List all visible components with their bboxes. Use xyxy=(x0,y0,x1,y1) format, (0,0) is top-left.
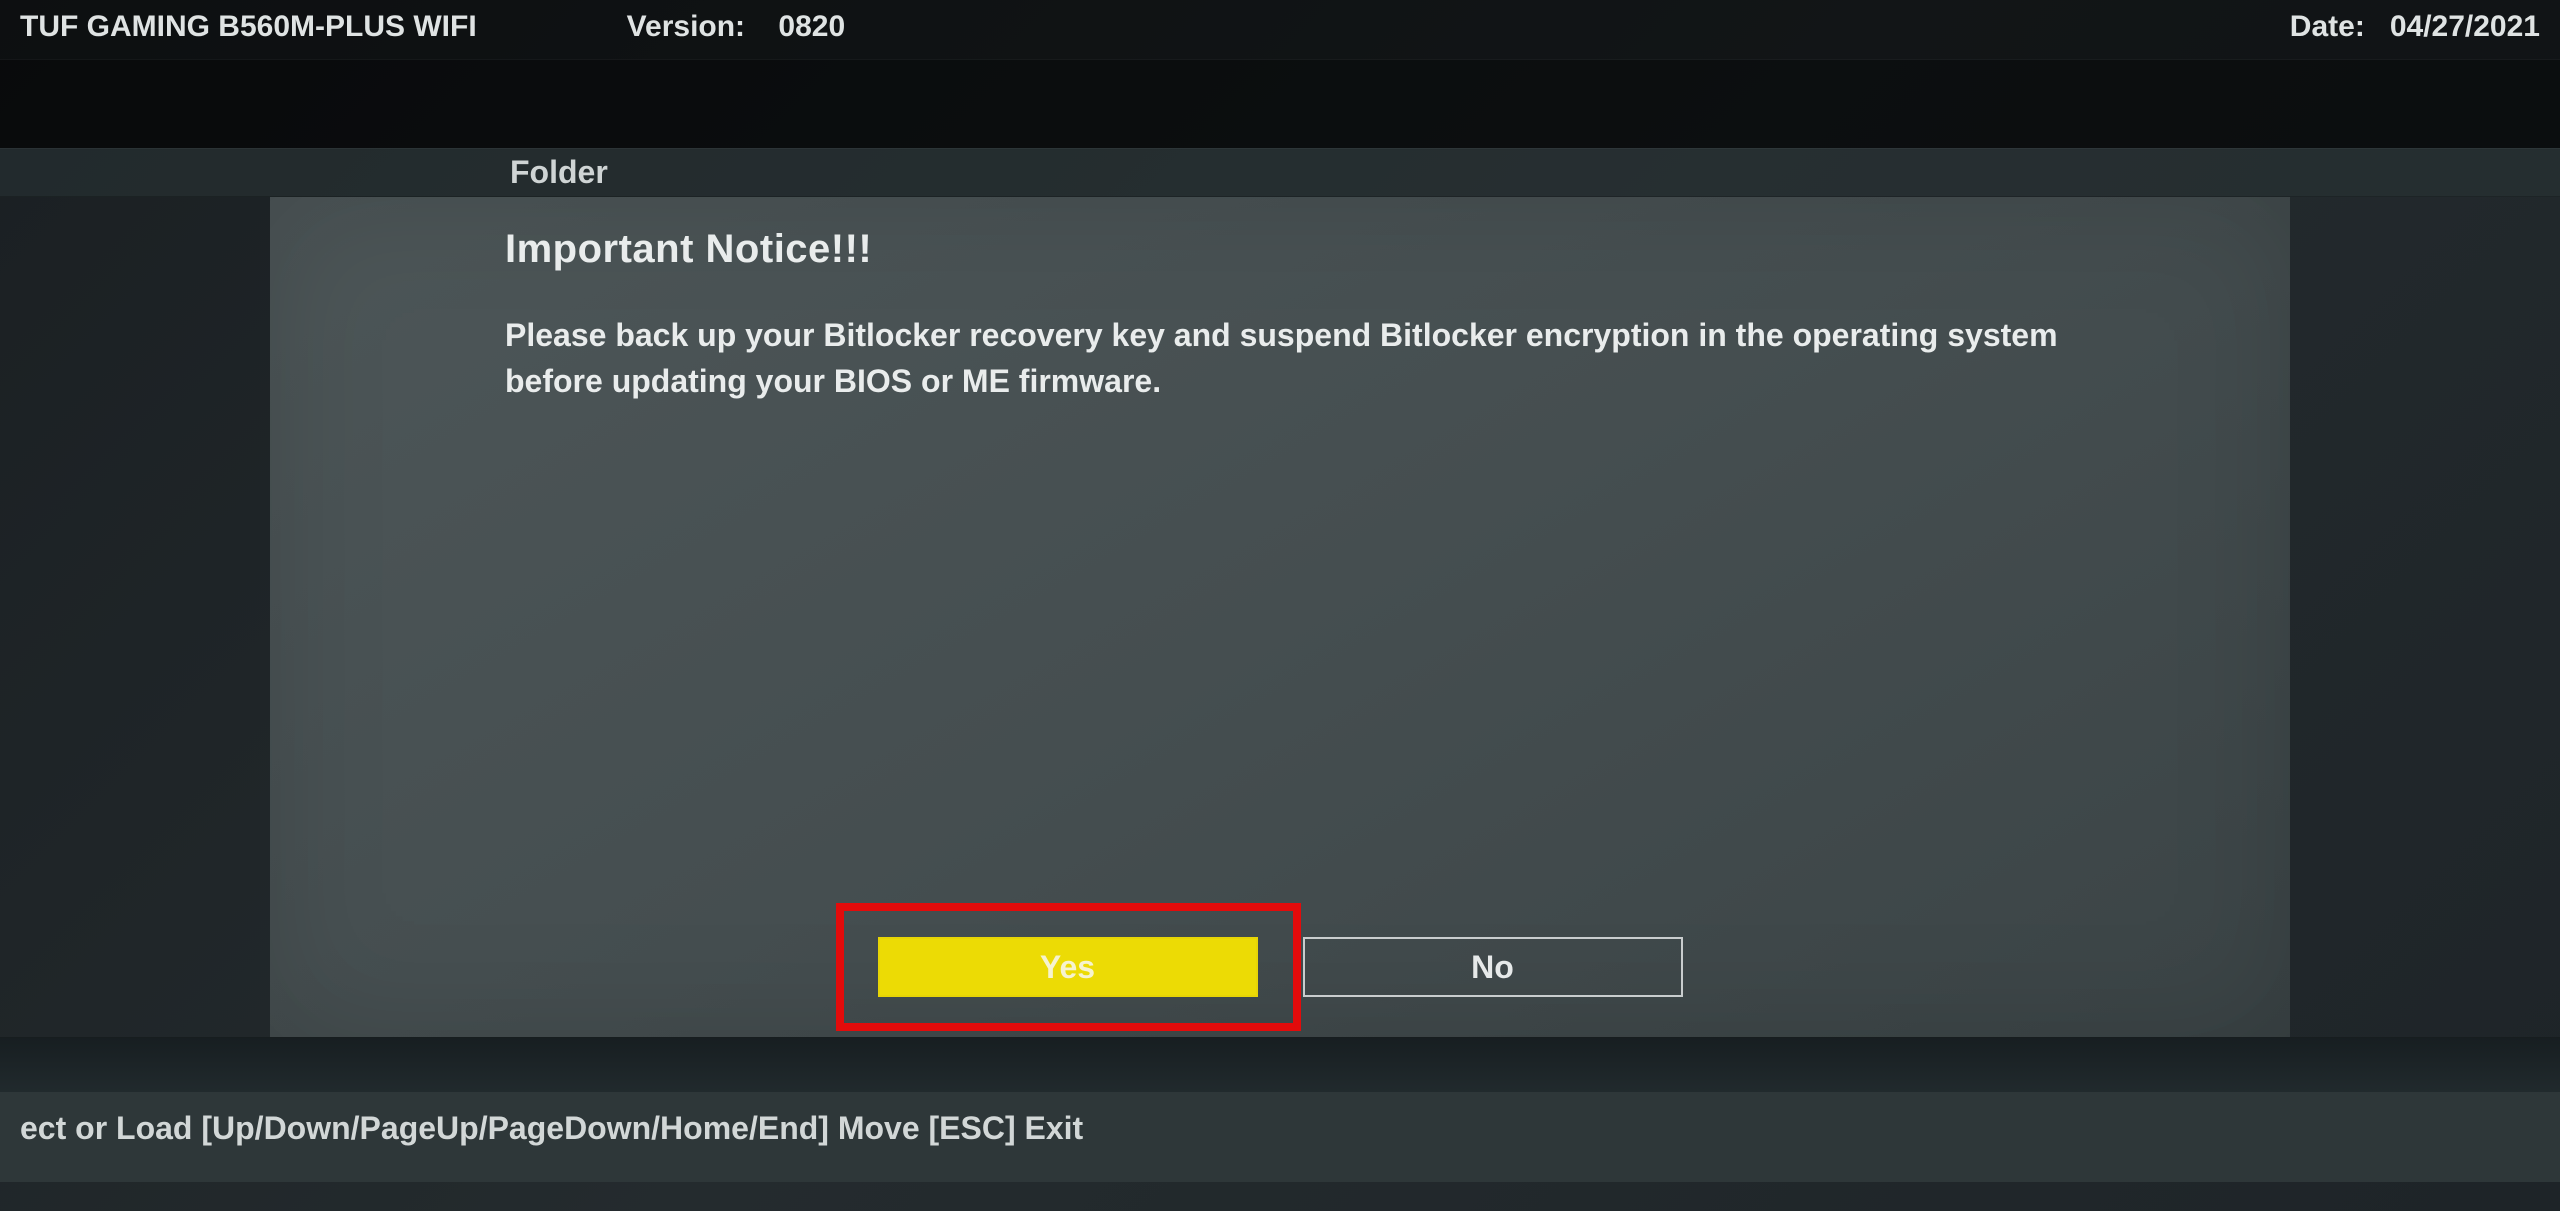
notice-body: Please back up your Bitlocker recovery k… xyxy=(505,312,2105,405)
bios-header: TUF GAMING B560M-PLUS WIFI Version: 0820… xyxy=(0,0,2560,60)
bios-version: Version: 0820 xyxy=(627,10,845,44)
yes-button[interactable]: Yes xyxy=(878,937,1258,997)
footer-key-hints: ect or Load [Up/Down/PageUp/PageDown/Hom… xyxy=(0,1092,2560,1182)
dialog-button-row: Yes No xyxy=(270,937,2290,997)
date-value: 04/27/2021 xyxy=(2390,10,2540,43)
date-label: Date: xyxy=(2290,10,2365,43)
bios-date: Date: 04/27/2021 xyxy=(2290,10,2540,44)
no-button[interactable]: No xyxy=(1303,937,1683,997)
version-value: 0820 xyxy=(778,10,845,43)
notice-dialog: Important Notice!!! Please back up your … xyxy=(270,197,2290,1037)
panel-bottom-strip xyxy=(0,1037,2560,1092)
header-spacer xyxy=(0,60,2560,148)
version-label: Version: xyxy=(627,10,745,43)
notice-title: Important Notice!!! xyxy=(505,227,2190,272)
folder-column-header: Folder xyxy=(0,148,2560,197)
board-model: TUF GAMING B560M-PLUS WIFI xyxy=(20,10,477,44)
